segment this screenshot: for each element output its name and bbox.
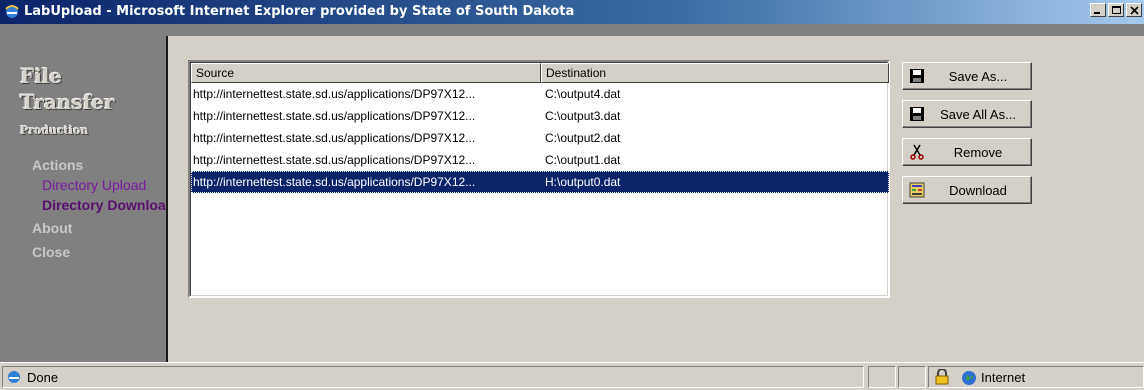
save-as-button[interactable]: Save As... — [902, 62, 1032, 90]
row-destination: H:\output0.dat — [545, 175, 621, 189]
column-header-source[interactable]: Source — [191, 63, 541, 83]
status-main: Done — [2, 366, 864, 388]
list-row[interactable]: http://internettest.state.sd.us/applicat… — [191, 83, 889, 105]
save-all-as-button[interactable]: Save All As... — [902, 100, 1032, 128]
remove-button[interactable]: Remove — [902, 138, 1032, 166]
globe-icon — [962, 371, 976, 385]
remove-label: Remove — [953, 144, 1003, 160]
status-text: Done — [27, 370, 59, 385]
nav-about[interactable]: About — [32, 220, 72, 236]
page-area: File Transfer Production Actions Directo… — [0, 24, 1144, 362]
save-as-label: Save As... — [948, 68, 1008, 84]
status-cell — [868, 366, 896, 388]
main-content: Source Destination http://internettest.s… — [168, 36, 1144, 362]
window-titlebar[interactable]: LabUpload - Microsoft Internet Explorer … — [0, 0, 1144, 24]
window-title: LabUpload - Microsoft Internet Explorer … — [24, 4, 575, 19]
row-source: http://internettest.state.sd.us/applicat… — [193, 131, 476, 145]
row-destination: C:\output1.dat — [545, 153, 621, 167]
maximize-icon — [1112, 6, 1121, 14]
nav-directory-upload[interactable]: Directory Upload — [42, 177, 172, 193]
scissors-icon — [910, 144, 924, 160]
window-controls — [1088, 3, 1142, 17]
download-label: Download — [949, 182, 1007, 198]
sidebar: File Transfer Production Actions Directo… — [8, 36, 168, 362]
row-source: http://internettest.state.sd.us/applicat… — [193, 87, 476, 101]
listview-header: Source Destination — [191, 63, 889, 83]
status-zone: Internet — [928, 366, 1144, 388]
ie-icon — [4, 4, 20, 20]
status-cell — [898, 366, 926, 388]
save-all-as-label: Save All As... — [940, 106, 1016, 122]
row-source: http://internettest.state.sd.us/applicat… — [193, 109, 476, 123]
minimize-icon — [1094, 12, 1100, 14]
row-destination: C:\output2.dat — [545, 131, 621, 145]
status-bar: Done Internet — [0, 362, 1144, 390]
brand-title-line2: Transfer — [20, 90, 115, 114]
floppy-disk-icon — [910, 107, 924, 121]
close-icon — [1130, 6, 1139, 15]
zone-label: Internet — [981, 370, 1026, 385]
column-header-destination[interactable]: Destination — [541, 63, 889, 83]
ie-page-icon — [8, 371, 20, 383]
nav-directory-download[interactable]: Directory Downloa — [42, 197, 172, 213]
row-destination: C:\output3.dat — [545, 109, 621, 123]
row-source: http://internettest.state.sd.us/applicat… — [193, 153, 476, 167]
list-row[interactable]: http://internettest.state.sd.us/applicat… — [191, 149, 889, 171]
lock-icon — [935, 369, 949, 385]
brand-title-line1: File — [20, 64, 63, 88]
close-button[interactable] — [1126, 3, 1142, 17]
maximize-button[interactable] — [1108, 3, 1124, 17]
row-destination: C:\output4.dat — [545, 87, 621, 101]
minimize-button[interactable] — [1090, 3, 1106, 17]
brand-subtitle: Production — [20, 124, 89, 137]
floppy-disk-icon — [910, 69, 924, 83]
list-row[interactable]: http://internettest.state.sd.us/applicat… — [191, 105, 889, 127]
nav-actions-heading: Actions — [32, 157, 84, 173]
download-icon — [909, 182, 925, 198]
row-source: http://internettest.state.sd.us/applicat… — [193, 175, 476, 189]
list-row[interactable]: http://internettest.state.sd.us/applicat… — [191, 127, 889, 149]
list-row-selected[interactable]: http://internettest.state.sd.us/applicat… — [191, 171, 889, 193]
nav-close[interactable]: Close — [32, 244, 70, 260]
transfer-listview[interactable]: Source Destination http://internettest.s… — [188, 60, 890, 298]
download-button[interactable]: Download — [902, 176, 1032, 204]
